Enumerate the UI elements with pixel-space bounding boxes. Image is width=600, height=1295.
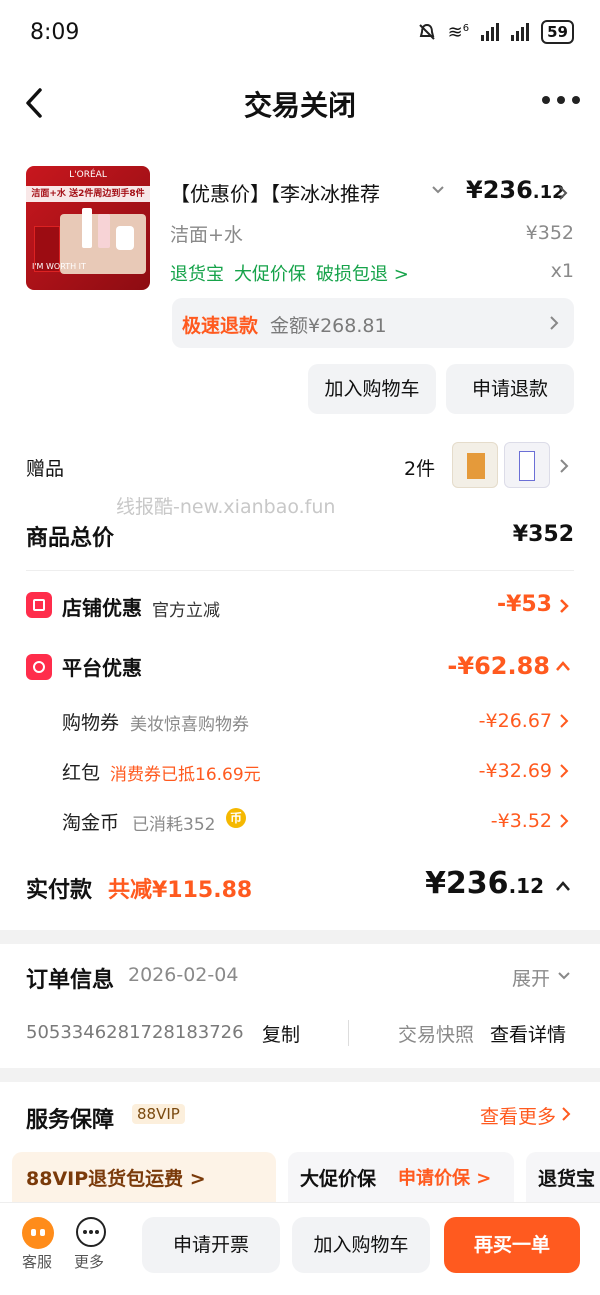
- copy-button[interactable]: 复制: [262, 1020, 300, 1047]
- coupon-value[interactable]: -¥26.67: [479, 710, 552, 732]
- taojinbi-value[interactable]: -¥3.52: [491, 810, 552, 832]
- chevron-right-icon[interactable]: [558, 458, 570, 474]
- taojinbi-label: 淘金币: [62, 812, 120, 834]
- bottom-action-bar: 客服 更多 申请开票 加入购物车 再买一单: [0, 1202, 600, 1295]
- product-title[interactable]: 【优惠价】【李冰冰推荐: [170, 178, 450, 207]
- more-menu-icon[interactable]: [542, 96, 580, 104]
- chevron-up-icon[interactable]: [554, 660, 572, 672]
- goods-total-value: ¥352: [512, 522, 574, 547]
- order-info-card: 订单信息 2026-02-04 展开 5053346281728183726 复…: [0, 944, 600, 1068]
- buy-again-button[interactable]: 再买一单: [444, 1217, 580, 1273]
- coupon-note: 美妆惊喜购物券: [130, 715, 249, 735]
- goods-total-label: 商品总价: [26, 526, 115, 551]
- chevron-right-icon: [550, 316, 559, 330]
- platform-icon: [26, 654, 52, 680]
- product-image-tag: I'M WORTH IT: [32, 262, 86, 271]
- fast-refund-label: 极速退款: [182, 315, 259, 337]
- order-date: 2026-02-04: [128, 964, 239, 986]
- apply-price-protect-link[interactable]: 申请价保 >: [398, 1164, 491, 1190]
- snapshot-link[interactable]: 交易快照: [398, 1020, 474, 1047]
- platform-discount-value[interactable]: -¥62.88: [447, 652, 550, 680]
- paid-label: 实付款: [26, 878, 93, 903]
- more-icon[interactable]: [76, 1217, 106, 1247]
- product-original-price: ¥352: [525, 222, 574, 244]
- chevron-right-icon[interactable]: [558, 713, 570, 729]
- product-image-brand: L'ORÉAL: [69, 170, 107, 180]
- gift-count: 2件: [404, 458, 436, 480]
- apply-refund-button[interactable]: 申请退款: [446, 364, 574, 414]
- add-to-cart-button[interactable]: 加入购物车: [308, 364, 436, 414]
- fast-refund-amount: 金额¥268.81: [270, 315, 387, 337]
- gift-thumbnail[interactable]: [452, 442, 498, 488]
- product-price: ¥236.12: [466, 176, 565, 204]
- chevron-right-icon[interactable]: [558, 598, 570, 614]
- nav-bar: 交易关闭: [0, 66, 600, 140]
- page-title: 交易关闭: [243, 89, 356, 122]
- add-to-cart-button[interactable]: 加入购物车: [292, 1217, 430, 1273]
- product-image[interactable]: L'ORÉAL 洁面+水 送2件周边到手8件 I'M WORTH IT: [26, 166, 150, 290]
- hongbao-note: 消费券已抵16.69元: [110, 765, 261, 785]
- customer-service-label[interactable]: 客服: [22, 1251, 52, 1272]
- order-info-title: 订单信息: [26, 968, 115, 993]
- service-card-label: 退货宝: [538, 1168, 596, 1190]
- divider: [348, 1020, 349, 1046]
- shop-icon: [26, 592, 52, 618]
- gift-thumbnail[interactable]: [504, 442, 550, 488]
- chevron-up-icon[interactable]: [554, 880, 572, 892]
- tag-price-protection: 大促价保: [234, 264, 306, 285]
- apply-invoice-button[interactable]: 申请开票: [142, 1217, 280, 1273]
- status-icons: ≋6 59: [418, 20, 574, 44]
- status-bar: 8:09 ≋6 59: [0, 0, 600, 66]
- taojinbi-note: 已消耗352: [132, 815, 216, 835]
- chevron-right-icon[interactable]: [558, 813, 570, 829]
- product-quantity: x1: [550, 260, 574, 282]
- product-spec: 洁面+水: [170, 224, 243, 246]
- shop-discount-label: 店铺优惠: [62, 596, 142, 620]
- chevron-down-icon[interactable]: [556, 970, 572, 982]
- wifi-label: 6: [462, 22, 470, 34]
- customer-service-icon[interactable]: [22, 1217, 54, 1249]
- chevron-right-icon[interactable]: [560, 1106, 572, 1122]
- order-number: 5053346281728183726: [26, 1022, 244, 1043]
- expand-button[interactable]: 展开: [512, 964, 550, 991]
- shop-discount-value[interactable]: -¥53: [497, 592, 552, 617]
- hongbao-value[interactable]: -¥32.69: [479, 760, 552, 782]
- service-card-label: 大促价保: [300, 1168, 377, 1190]
- paid-value-main: ¥236: [425, 866, 509, 901]
- shop-discount-sub: 官方立减: [152, 601, 220, 621]
- vip-badge: 88VIP: [132, 1104, 185, 1124]
- chevron-down-icon[interactable]: [430, 182, 446, 198]
- mute-icon: [418, 23, 435, 40]
- product-price-main: ¥236: [466, 176, 533, 204]
- more-label[interactable]: 更多: [74, 1251, 104, 1272]
- coupon-label: 购物券: [62, 712, 120, 734]
- chevron-right-icon[interactable]: [556, 184, 570, 202]
- hongbao-label: 红包: [62, 762, 101, 784]
- service-title: 服务保障: [26, 1108, 115, 1133]
- tag-return-insurance: 退货宝: [170, 264, 224, 285]
- view-more-link[interactable]: 查看更多: [480, 1102, 556, 1129]
- service-guarantee-card: 服务保障 88VIP 查看更多 88VIP退货包运费 > 大促价保 申请价保 >…: [0, 1082, 600, 1212]
- status-time: 8:09: [30, 20, 80, 45]
- service-card-label: 88VIP退货包运费 >: [26, 1168, 206, 1190]
- paid-value-cents: .12: [508, 874, 544, 898]
- tag-damage-return[interactable]: 破损包退 >: [316, 260, 409, 286]
- wifi-icon: ≋6: [447, 21, 470, 43]
- signal-icon: [481, 23, 500, 41]
- gift-label: 赠品: [26, 458, 65, 480]
- product-service-tags: 退货宝 大促价保 破损包退 >: [170, 260, 409, 286]
- view-detail-button[interactable]: 查看详情: [490, 1020, 566, 1047]
- platform-discount-label: 平台优惠: [62, 656, 142, 680]
- battery-icon: 59: [541, 20, 574, 44]
- fast-refund-bar[interactable]: 极速退款 金额¥268.81: [172, 298, 574, 348]
- paid-saved: 共减¥115.88: [108, 878, 253, 903]
- divider: [26, 570, 574, 571]
- watermark: 线报酷-new.xianbao.fun: [116, 496, 336, 518]
- product-image-caption: 洁面+水 送2件周边到手8件: [26, 186, 150, 202]
- coin-icon: 币: [226, 808, 246, 828]
- order-summary-card: L'ORÉAL 洁面+水 送2件周边到手8件 I'M WORTH IT 【优惠价…: [0, 140, 600, 930]
- paid-value[interactable]: ¥236.12: [425, 866, 544, 901]
- chevron-right-icon[interactable]: [558, 763, 570, 779]
- signal-icon-2: [511, 23, 530, 41]
